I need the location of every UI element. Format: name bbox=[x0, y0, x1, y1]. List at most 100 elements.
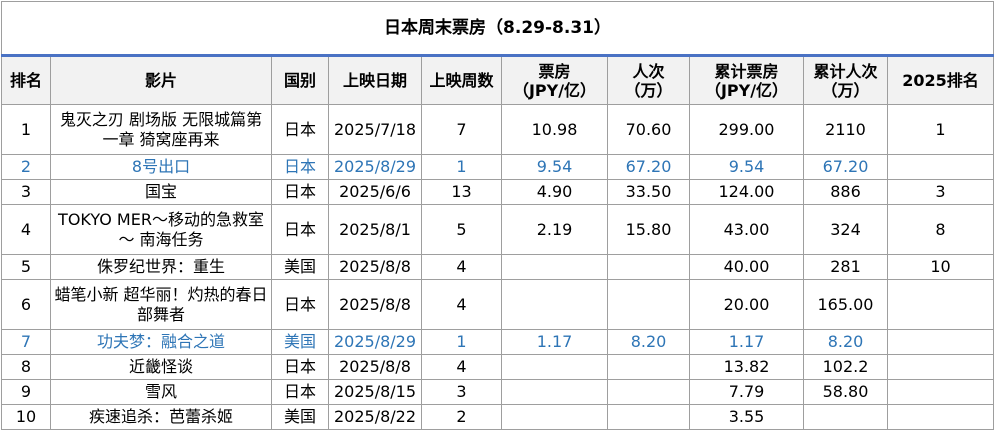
cell-weeks: 4 bbox=[421, 254, 502, 280]
cell-admissions: 70.60 bbox=[607, 104, 690, 155]
cell-country: 日本 bbox=[271, 204, 329, 255]
cell-cumulative-box-office: 1.17 bbox=[689, 329, 804, 355]
cell-admissions: 15.80 bbox=[607, 204, 690, 255]
cell-cumulative-box-office: 3.55 bbox=[689, 404, 804, 430]
cell-country: 日本 bbox=[271, 279, 329, 330]
table-title: 日本周末票房（8.29-8.31） bbox=[0, 1, 995, 57]
cell-rank-2025: 3 bbox=[886, 179, 995, 205]
header-box-office: 票房 （JPY/亿） bbox=[501, 55, 608, 105]
cell-rank-2025: 8 bbox=[886, 204, 995, 255]
table-row: 4 TOKYO MER～移动的急救室～ 南海任务 日本 2025/8/1 5 2.19 15… bbox=[1, 204, 995, 255]
cell-cumulative-box-office: 13.82 bbox=[689, 354, 804, 380]
cell-cumulative-admissions: 8.20 bbox=[803, 329, 888, 355]
cell-admissions: 33.50 bbox=[607, 179, 690, 205]
header-admissions-line1: 人次 bbox=[632, 61, 665, 81]
cell-cumulative-admissions: 324 bbox=[803, 204, 888, 255]
cell-release-date: 2025/7/18 bbox=[328, 104, 422, 155]
cell-film: 鬼灭之刃 剧场版 无限城篇第一章 猗窝座再来 bbox=[50, 104, 272, 155]
cell-rank-2025 bbox=[886, 379, 995, 405]
cell-admissions bbox=[607, 354, 690, 380]
header-row: 排名 影片 国别 上映日期 上映周数 票房 （JPY/亿） 人次 （万） 累计票… bbox=[1, 55, 995, 105]
cell-country: 日本 bbox=[271, 179, 329, 205]
cell-release-date: 2025/8/29 bbox=[328, 154, 422, 180]
cell-rank-2025 bbox=[886, 329, 995, 355]
cell-admissions bbox=[607, 379, 690, 405]
cell-cumulative-admissions: 102.2 bbox=[803, 354, 888, 380]
cell-release-date: 2025/6/6 bbox=[328, 179, 422, 205]
cell-box-office bbox=[501, 404, 608, 430]
table-row: 8 近畿怪谈 日本 2025/8/8 4 13.82 102.2 bbox=[1, 354, 995, 380]
cell-rank: 4 bbox=[1, 204, 51, 255]
cell-cumulative-admissions bbox=[803, 404, 888, 430]
cell-release-date: 2025/8/22 bbox=[328, 404, 422, 430]
cell-admissions bbox=[607, 254, 690, 280]
table-row: 6 蜡笔小新 超华丽！灼热的春日部舞者 日本 2025/8/8 4 20.00 165.00 bbox=[1, 279, 995, 330]
cell-weeks: 5 bbox=[421, 204, 502, 255]
cell-cumulative-admissions: 67.20 bbox=[803, 154, 888, 180]
cell-rank: 9 bbox=[1, 379, 51, 405]
table-body: 1 鬼灭之刃 剧场版 无限城篇第一章 猗窝座再来 日本 2025/7/18 7 10.98… bbox=[1, 104, 995, 430]
cell-box-office bbox=[501, 379, 608, 405]
cell-rank: 5 bbox=[1, 254, 51, 280]
cell-film: 8号出口 bbox=[50, 154, 272, 180]
cell-release-date: 2025/8/8 bbox=[328, 254, 422, 280]
cell-release-date: 2025/8/1 bbox=[328, 204, 422, 255]
cell-country: 日本 bbox=[271, 154, 329, 180]
cell-box-office: 4.90 bbox=[501, 179, 608, 205]
cell-cumulative-admissions: 2110 bbox=[803, 104, 888, 155]
cell-box-office: 1.17 bbox=[501, 329, 608, 355]
header-cumulative-admissions-line1: 累计人次 bbox=[813, 61, 878, 81]
cell-weeks: 1 bbox=[421, 329, 502, 355]
cell-film: 侏罗纪世界：重生 bbox=[50, 254, 272, 280]
header-country: 国别 bbox=[271, 55, 329, 105]
cell-cumulative-box-office: 43.00 bbox=[689, 204, 804, 255]
cell-admissions: 67.20 bbox=[607, 154, 690, 180]
table-row: 10 疾速追杀：芭蕾杀姬 美国 2025/8/22 2 3.55 bbox=[1, 404, 995, 430]
table-row: 9 雪风 日本 2025/8/15 3 7.79 58.80 bbox=[1, 379, 995, 405]
cell-rank: 6 bbox=[1, 279, 51, 330]
cell-weeks: 3 bbox=[421, 379, 502, 405]
cell-cumulative-box-office: 124.00 bbox=[689, 179, 804, 205]
cell-cumulative-box-office: 20.00 bbox=[689, 279, 804, 330]
header-cumulative-box-office: 累计票房 （JPY/亿） bbox=[689, 55, 804, 105]
header-admissions: 人次 （万） bbox=[607, 55, 690, 105]
cell-release-date: 2025/8/8 bbox=[328, 354, 422, 380]
cell-rank-2025: 10 bbox=[886, 254, 995, 280]
cell-weeks: 4 bbox=[421, 354, 502, 380]
cell-admissions bbox=[607, 279, 690, 330]
cell-film: 功夫梦：融合之道 bbox=[50, 329, 272, 355]
table-row: 7 功夫梦：融合之道 美国 2025/8/29 1 1.17 8.20 1.17 8.20 bbox=[1, 329, 995, 355]
header-admissions-line2: （万） bbox=[624, 80, 673, 100]
cell-cumulative-box-office: 9.54 bbox=[689, 154, 804, 180]
cell-box-office: 9.54 bbox=[501, 154, 608, 180]
cell-country: 日本 bbox=[271, 379, 329, 405]
cell-box-office: 10.98 bbox=[501, 104, 608, 155]
cell-film: 疾速追杀：芭蕾杀姬 bbox=[50, 404, 272, 430]
cell-rank: 3 bbox=[1, 179, 51, 205]
cell-rank-2025 bbox=[886, 354, 995, 380]
header-cumulative-admissions: 累计人次 （万） bbox=[803, 55, 888, 105]
cell-admissions: 8.20 bbox=[607, 329, 690, 355]
header-cumulative-box-office-line2: （JPY/亿） bbox=[704, 80, 789, 100]
cell-rank: 10 bbox=[1, 404, 51, 430]
cell-film: 雪风 bbox=[50, 379, 272, 405]
header-cumulative-admissions-line2: （万） bbox=[821, 80, 870, 100]
cell-release-date: 2025/8/15 bbox=[328, 379, 422, 405]
header-rank: 排名 bbox=[1, 55, 51, 105]
box-office-table: 日本周末票房（8.29-8.31） 排名 影片 国别 上映日期 上映周数 票房 … bbox=[0, 1, 995, 430]
cell-rank: 8 bbox=[1, 354, 51, 380]
cell-cumulative-admissions: 58.80 bbox=[803, 379, 888, 405]
cell-country: 美国 bbox=[271, 404, 329, 430]
cell-weeks: 1 bbox=[421, 154, 502, 180]
cell-rank-2025 bbox=[886, 154, 995, 180]
cell-box-office bbox=[501, 354, 608, 380]
header-weeks: 上映周数 bbox=[421, 55, 502, 105]
header-rank-2025: 2025排名 bbox=[886, 55, 995, 105]
cell-cumulative-admissions: 165.00 bbox=[803, 279, 888, 330]
cell-country: 日本 bbox=[271, 354, 329, 380]
cell-cumulative-box-office: 7.79 bbox=[689, 379, 804, 405]
cell-country: 美国 bbox=[271, 254, 329, 280]
header-box-office-line2: （JPY/亿） bbox=[512, 80, 597, 100]
cell-country: 日本 bbox=[271, 104, 329, 155]
cell-admissions bbox=[607, 404, 690, 430]
